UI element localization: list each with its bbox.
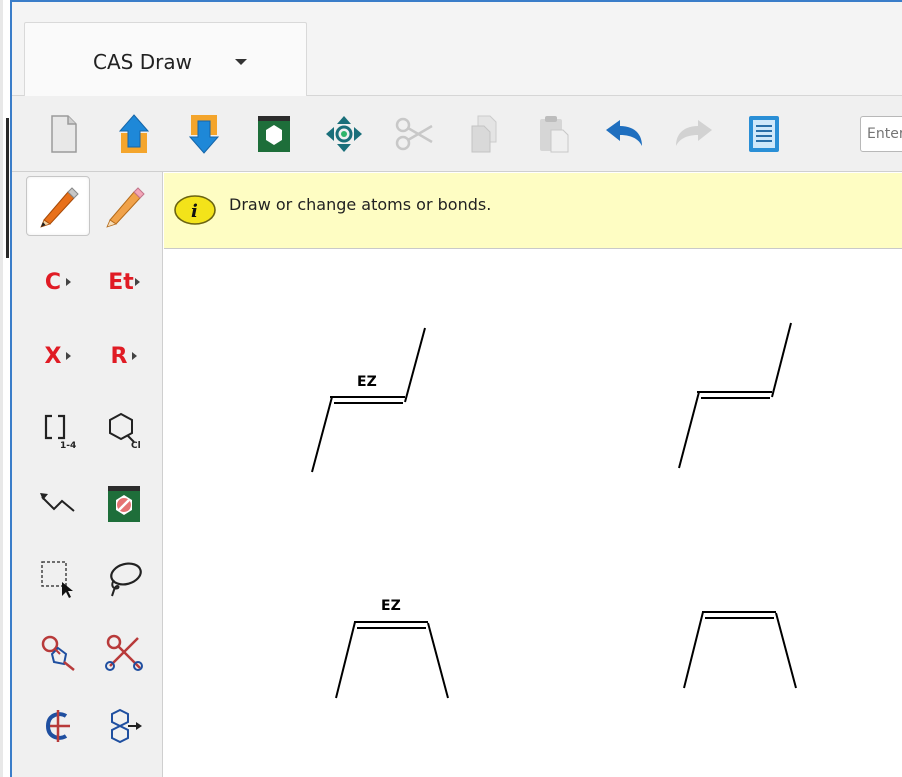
center-target-icon (326, 116, 362, 152)
chain-arrow-icon (40, 493, 75, 512)
carbon-label: C (44, 269, 62, 295)
molecule-1[interactable]: EZ (311, 327, 426, 473)
bond-cut-button[interactable] (92, 622, 156, 682)
chevron-down-icon[interactable] (235, 59, 247, 65)
window-edge (0, 0, 3, 777)
paste-button[interactable] (532, 110, 576, 158)
copy-icon (471, 115, 497, 153)
paste-icon (540, 116, 569, 153)
import-button[interactable] (112, 110, 156, 158)
document-list-button[interactable] (742, 110, 786, 158)
submenu-arrow-icon (134, 278, 140, 286)
molecule-2[interactable] (678, 322, 792, 469)
tab-cas-draw[interactable]: CAS Draw (24, 22, 307, 97)
ethyl-label: Et (108, 269, 134, 295)
template-delete-icon (108, 486, 140, 522)
ring-sub: Cl (131, 441, 141, 450)
rgroup-label: R (110, 343, 128, 369)
draw-pencil-icon (40, 187, 79, 228)
new-document-button[interactable] (42, 110, 86, 158)
erase-pencil-icon (106, 187, 145, 228)
draw-pencil-button[interactable] (26, 176, 90, 236)
bond-attach-button[interactable] (26, 622, 90, 682)
center-button[interactable] (322, 110, 366, 158)
bracket-icon: 1-4 (44, 414, 76, 450)
ring-chain-icon: Cl (109, 412, 141, 450)
drawing-canvas[interactable]: EZ EZ (164, 250, 902, 777)
info-icon: i (174, 195, 216, 225)
rgroup-button[interactable]: R (92, 326, 156, 386)
erase-pencil-button[interactable] (92, 176, 156, 236)
list-document-icon (749, 116, 779, 152)
window-edge-mark (6, 118, 9, 258)
scissors-icon (395, 117, 433, 151)
upload-arrow-icon (118, 114, 150, 153)
carbon-atom-button[interactable]: C (26, 252, 90, 312)
copy-button[interactable] (462, 110, 506, 158)
submenu-arrow-icon (132, 352, 138, 360)
undo-icon (606, 120, 642, 146)
chain-tool-button[interactable] (26, 474, 90, 534)
lasso-select-button[interactable] (92, 548, 156, 608)
molecule-canvas: EZ EZ (311, 322, 797, 699)
submenu-arrow-icon (66, 352, 72, 360)
bracket-sub: 1-4 (60, 441, 76, 450)
ez-label-1: EZ (357, 374, 377, 390)
submenu-arrow-icon (66, 278, 72, 286)
export-button[interactable] (182, 110, 226, 158)
halogen-label: X (44, 343, 62, 369)
ring-rotate-icon (111, 708, 142, 744)
bond-attach-icon (41, 635, 75, 671)
lasso-icon (110, 562, 142, 597)
template-delete-button[interactable] (92, 474, 156, 534)
ring-chain-button[interactable]: Cl (92, 400, 156, 460)
download-arrow-icon (188, 115, 220, 154)
molecule-3[interactable]: EZ (335, 598, 449, 699)
halogen-button[interactable]: X (26, 326, 90, 386)
molecule-4[interactable] (683, 611, 797, 689)
stereo-center-button[interactable] (26, 696, 90, 756)
undo-button[interactable] (602, 110, 646, 158)
stereo-center-icon (45, 710, 70, 742)
tab-bar: CAS Draw (12, 2, 902, 97)
ethyl-group-button[interactable]: Et (92, 252, 156, 312)
rect-select-icon (41, 561, 73, 598)
redo-icon (676, 120, 712, 146)
redo-button[interactable] (672, 110, 716, 158)
ring-rotate-button[interactable] (92, 696, 156, 756)
template-button[interactable] (252, 110, 296, 158)
document-icon (51, 115, 77, 153)
main-toolbar (12, 96, 902, 172)
bond-cut-icon (105, 634, 143, 671)
cut-button[interactable] (392, 110, 436, 158)
hint-bar: i Draw or change atoms or bonds. (164, 173, 902, 249)
svg-text:i: i (191, 201, 198, 222)
hint-text: Draw or change atoms or bonds. (229, 195, 492, 214)
rect-select-button[interactable] (26, 548, 90, 608)
search-input[interactable] (860, 116, 902, 152)
tab-title: CAS Draw (93, 50, 192, 74)
tool-palette: C Et X R 1-4 Cl (12, 172, 163, 777)
bracket-button[interactable]: 1-4 (26, 400, 90, 460)
template-hexagon-icon (258, 116, 290, 152)
ez-label-3: EZ (381, 598, 401, 614)
